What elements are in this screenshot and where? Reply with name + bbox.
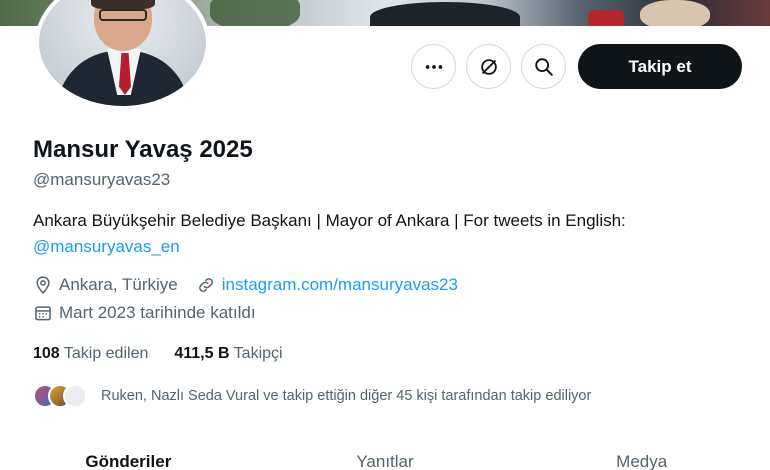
followed-by-avatars [33, 384, 87, 408]
grok-icon [480, 58, 497, 75]
profile-avatar[interactable] [35, 0, 210, 110]
tab-posts[interactable]: Gönderiler [0, 452, 257, 470]
profile-name: Mansur Yavaş 2025 [33, 136, 253, 163]
location-item: Ankara, Türkiye [33, 275, 178, 295]
tab-media[interactable]: Medya [513, 452, 770, 470]
website-item: instagram.com/mansuryavas23 [196, 275, 458, 295]
following-value: 108 [33, 345, 60, 362]
location-icon [36, 276, 50, 294]
tab-replies[interactable]: Yanıtlar [257, 452, 514, 470]
profile-bio: Ankara Büyükşehir Belediye Başkanı | May… [33, 208, 733, 260]
followed-by-text: Ruken, Nazlı Seda Vural ve takip ettiğin… [101, 388, 592, 404]
website-link[interactable]: instagram.com/mansuryavas23 [222, 275, 458, 295]
more-button[interactable] [411, 44, 456, 89]
following-label: Takip edilen [63, 345, 149, 362]
bio-mention-link[interactable]: @mansuryavas_en [33, 234, 733, 260]
followers-label: Takipçi [233, 345, 283, 362]
search-button[interactable] [521, 44, 566, 89]
profile-actions: Takip et [411, 44, 742, 89]
following-count-link[interactable]: 108 Takip edilen [33, 345, 148, 363]
calendar-icon [35, 306, 51, 321]
followers-value: 411,5 B [174, 345, 230, 362]
profile-tabs: Gönderiler Yanıtlar Medya [0, 452, 770, 470]
grok-button[interactable] [466, 44, 511, 89]
profile-handle: @mansuryavas23 [33, 170, 171, 189]
followed-by-row[interactable]: Ruken, Nazlı Seda Vural ve takip ettiğin… [33, 384, 591, 408]
follow-button[interactable]: Takip et [578, 44, 742, 89]
location-text: Ankara, Türkiye [59, 275, 178, 294]
followers-count-link[interactable]: 411,5 B Takipçi [174, 345, 282, 363]
search-icon [534, 57, 553, 76]
joined-text: Mart 2023 tarihinde katıldı [59, 303, 256, 322]
profile-meta: Ankara, Türkiye instagram.com/mansuryava… [33, 275, 476, 295]
bio-text: Ankara Büyükşehir Belediye Başkanı | May… [33, 211, 626, 230]
mini-avatar [63, 384, 87, 408]
follow-counts: 108 Takip edilen 411,5 B Takipçi [33, 345, 309, 363]
link-icon [198, 278, 213, 292]
more-icon [425, 64, 442, 69]
joined-item: Mart 2023 tarihinde katıldı [33, 303, 256, 323]
